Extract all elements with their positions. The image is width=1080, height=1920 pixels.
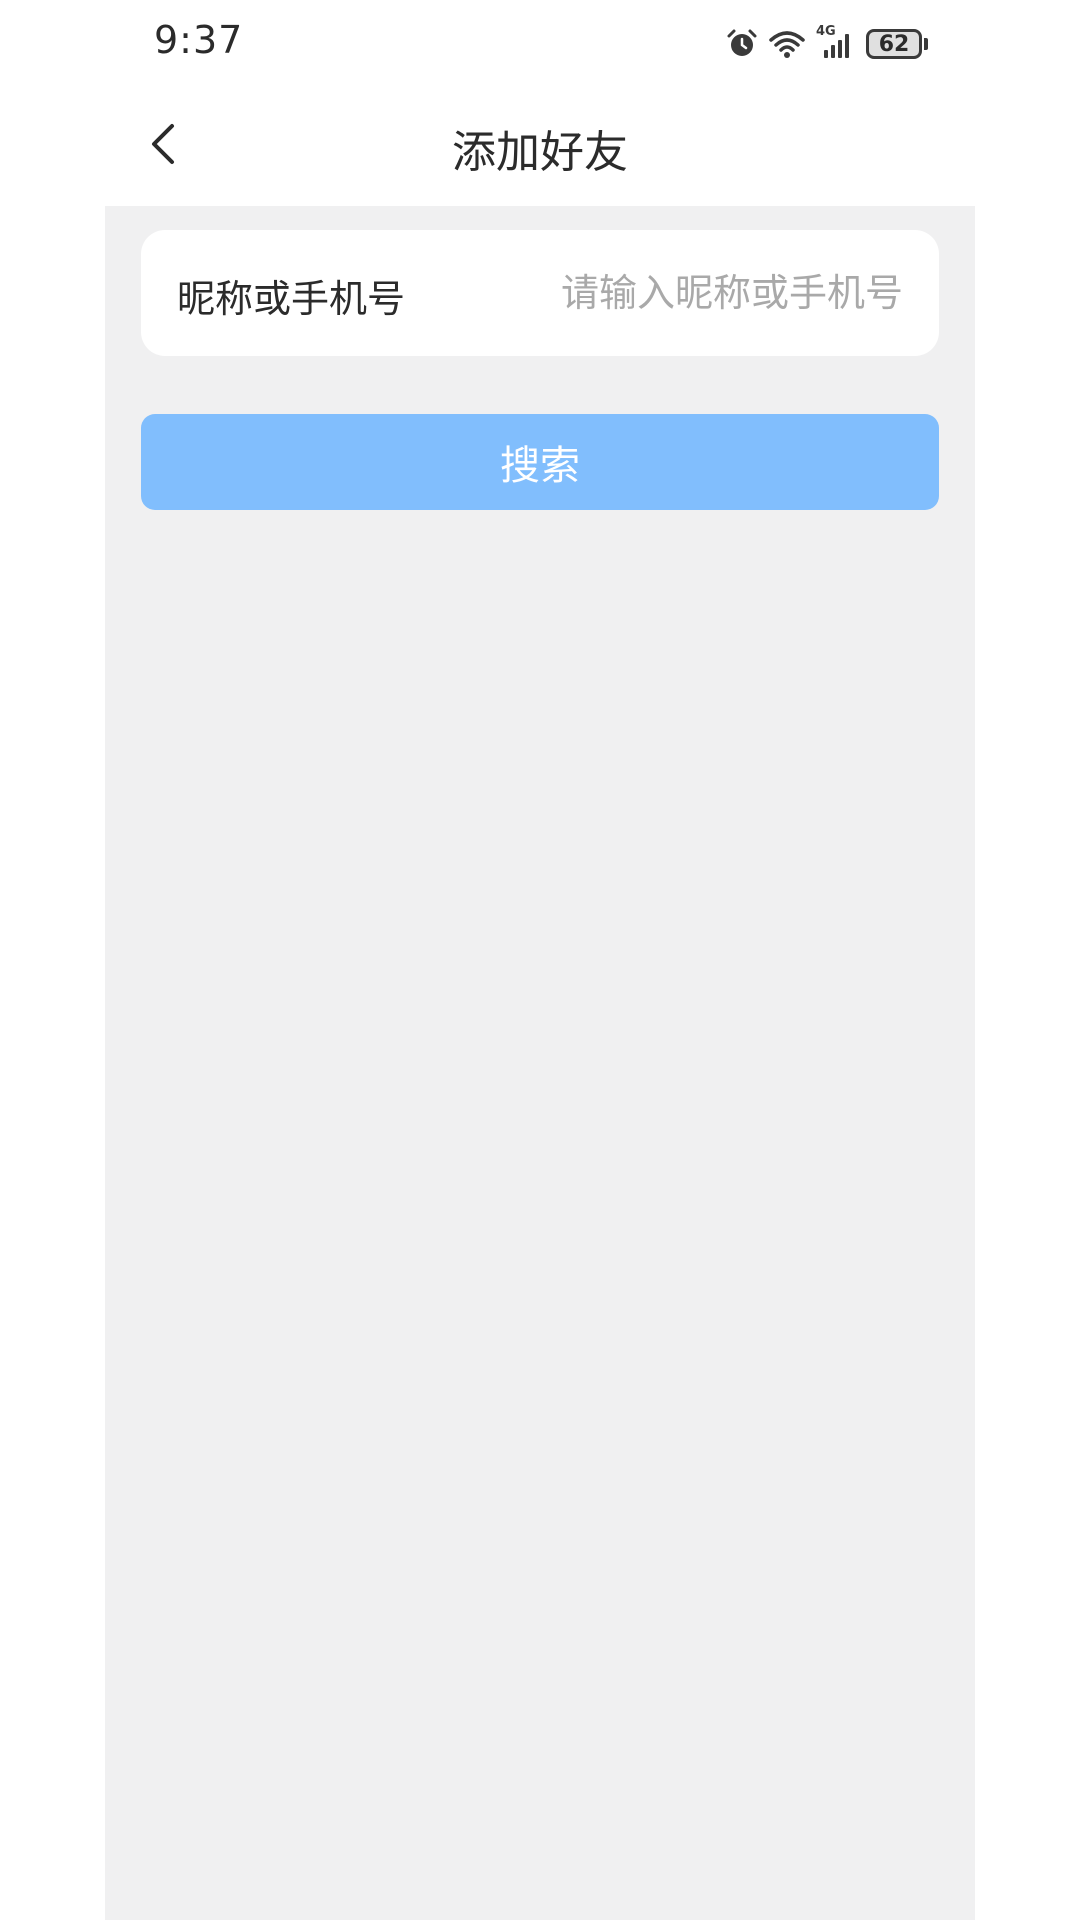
wifi-icon: [768, 28, 806, 60]
content-area: 昵称或手机号 搜索: [105, 206, 975, 1920]
status-icons: 4G 62: [726, 24, 928, 64]
alarm-icon: [726, 28, 758, 60]
battery-level: 62: [866, 29, 922, 59]
search-field-card: 昵称或手机号: [141, 230, 939, 356]
nickname-or-phone-input[interactable]: [523, 258, 903, 328]
nav-bar: 添加好友: [105, 86, 975, 206]
battery-icon: 62: [866, 29, 928, 59]
status-bar: 9:37 4G 62: [0, 0, 1080, 86]
signal-icon: 4G: [816, 24, 856, 60]
search-button[interactable]: 搜索: [141, 414, 939, 510]
field-label: 昵称或手机号: [177, 277, 406, 321]
network-type: 4G: [816, 24, 836, 39]
page-title: 添加好友: [452, 127, 628, 178]
add-friend-screen: 9:37 4G 62 添加好友 昵称或手机号 请输入昵称或手机号 搜索: [0, 0, 1080, 1920]
status-time: 9:37: [154, 18, 244, 62]
